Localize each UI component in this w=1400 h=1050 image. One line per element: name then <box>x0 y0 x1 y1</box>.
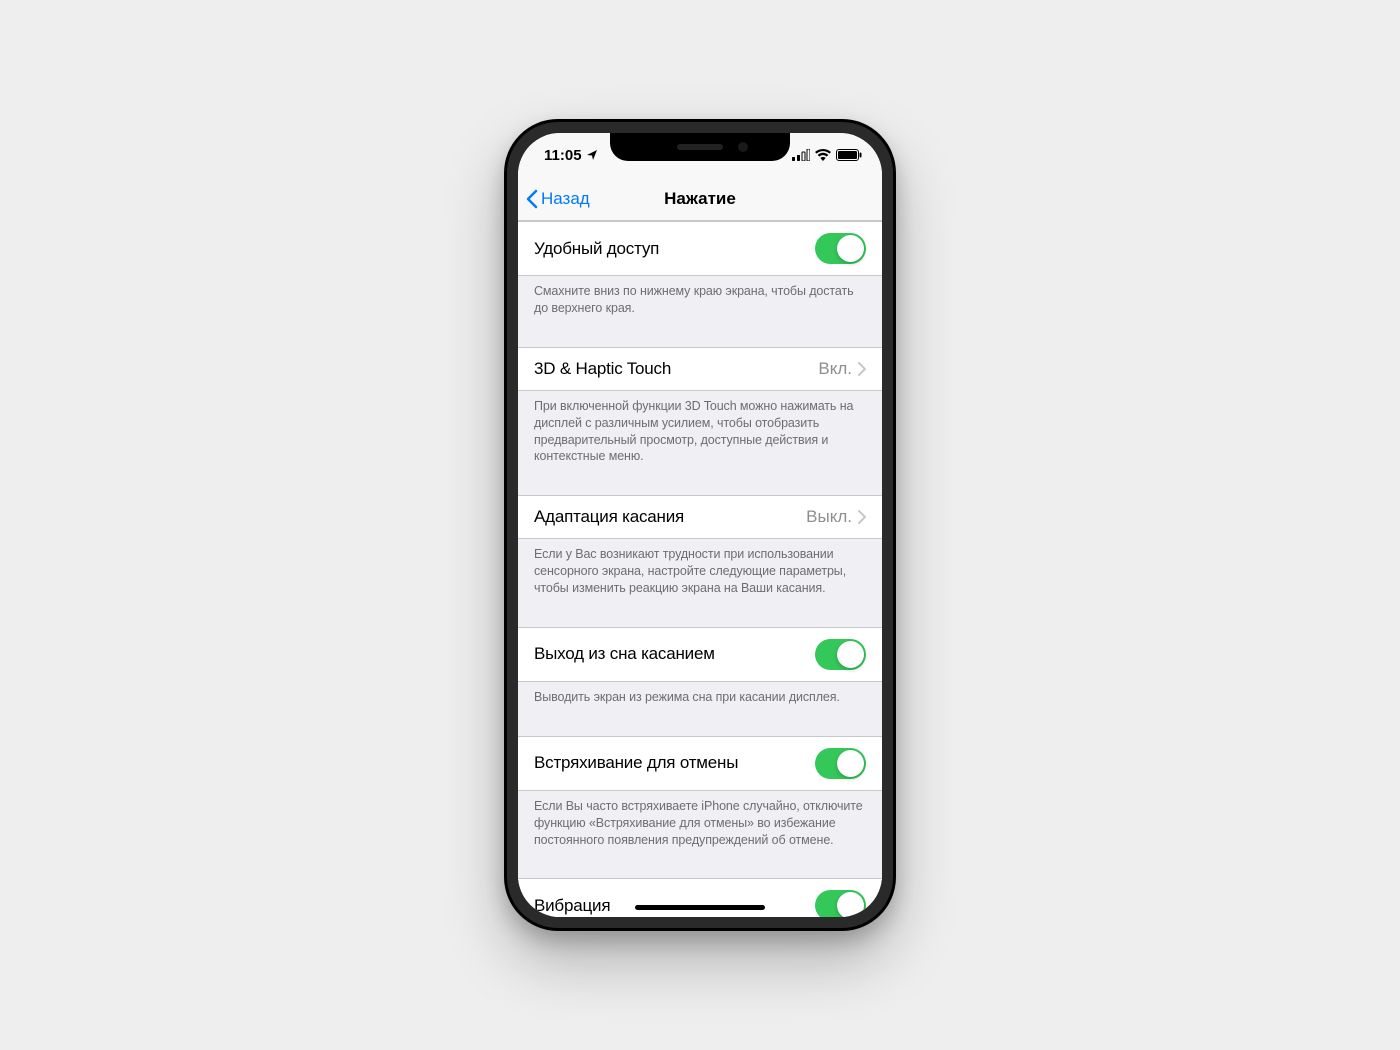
row-touch-accommodation-label: Адаптация касания <box>534 507 806 527</box>
back-label: Назад <box>541 189 590 209</box>
phone-screen: 11:05 <box>518 133 882 917</box>
row-haptic-value: Вкл. <box>818 359 852 379</box>
row-tap-to-wake-label: Выход из сна касанием <box>534 644 815 664</box>
cell-signal-icon <box>792 149 810 161</box>
row-vibration[interactable]: Вибрация <box>518 878 882 917</box>
row-touch-accommodation[interactable]: Адаптация касания Выкл. <box>518 495 882 539</box>
row-haptic-label: 3D & Haptic Touch <box>534 359 818 379</box>
row-touch-accommodation-value: Выкл. <box>806 507 852 527</box>
row-shake-to-undo-label: Встряхивание для отмены <box>534 753 815 773</box>
chevron-right-icon <box>858 510 866 524</box>
row-shake-to-undo[interactable]: Встряхивание для отмены <box>518 736 882 791</box>
footer-reachability: Смахните вниз по нижнему краю экрана, чт… <box>518 276 882 327</box>
chevron-right-icon <box>858 362 866 376</box>
back-button[interactable]: Назад <box>526 189 590 209</box>
home-indicator[interactable] <box>635 905 765 910</box>
phone-notch <box>610 133 790 161</box>
phone-frame: 11:05 <box>504 119 896 931</box>
switch-tap-to-wake[interactable] <box>815 639 866 670</box>
footer-shake-to-undo: Если Вы часто встряхиваете iPhone случай… <box>518 791 882 859</box>
chevron-left-icon <box>526 189 538 209</box>
row-reachability-label: Удобный доступ <box>534 239 815 259</box>
row-tap-to-wake[interactable]: Выход из сна касанием <box>518 627 882 682</box>
location-arrow-icon <box>586 149 598 161</box>
row-reachability[interactable]: Удобный доступ <box>518 221 882 276</box>
settings-content[interactable]: Удобный доступ Смахните вниз по нижнему … <box>518 221 882 917</box>
footer-tap-to-wake: Выводить экран из режима сна при касании… <box>518 682 882 716</box>
nav-header: Назад Нажатие <box>518 177 882 221</box>
footer-touch-accommodation: Если у Вас возникают трудности при испол… <box>518 539 882 607</box>
wifi-icon <box>815 149 831 161</box>
switch-shake-to-undo[interactable] <box>815 748 866 779</box>
footer-haptic: При включенной функции 3D Touch можно на… <box>518 391 882 476</box>
switch-vibration[interactable] <box>815 890 866 917</box>
row-haptic-touch[interactable]: 3D & Haptic Touch Вкл. <box>518 347 882 391</box>
battery-icon <box>836 149 862 161</box>
switch-reachability[interactable] <box>815 233 866 264</box>
status-time: 11:05 <box>544 147 582 164</box>
